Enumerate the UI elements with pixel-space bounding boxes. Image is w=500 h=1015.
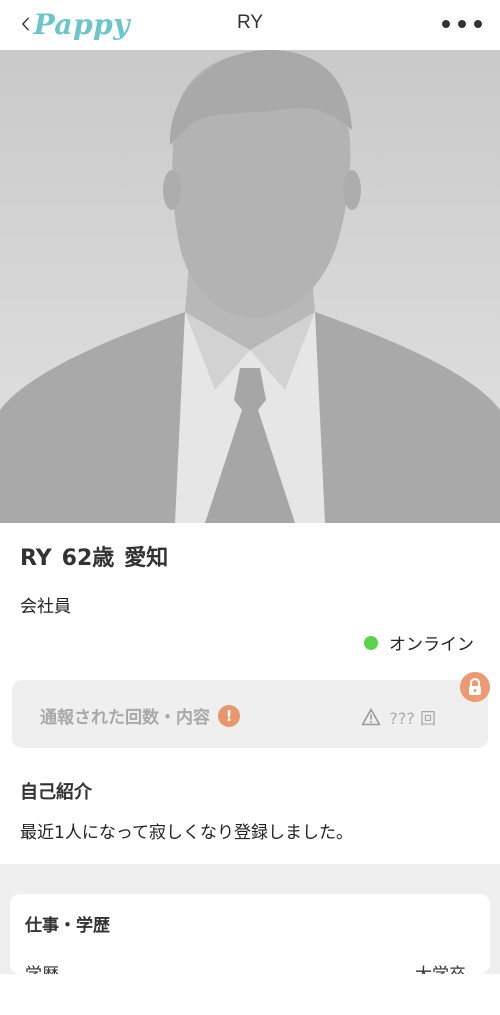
ellipsis-icon: [442, 20, 450, 28]
online-status-label: オンライン: [389, 635, 474, 655]
more-button[interactable]: [442, 14, 482, 34]
lock-icon[interactable]: [460, 672, 490, 702]
silhouette-avatar: [0, 50, 500, 523]
online-status: オンライン: [364, 630, 474, 655]
page-title: RY: [236, 12, 264, 33]
bottom-bar: [0, 974, 500, 1015]
online-dot-icon: [364, 635, 378, 650]
intro-title: 自己紹介: [20, 782, 92, 803]
report-label-group: 通報された回数・内容 !: [40, 703, 240, 728]
report-count-group: ??? 回: [361, 705, 436, 729]
profile-age: 62歳: [61, 546, 115, 571]
profile-location: 愛知: [124, 546, 169, 571]
exclamation-icon: !: [218, 704, 240, 727]
profile-screen: Pappy RY RY 62歳 愛知 会社員 オンライン 通報された回数・内容 …: [0, 0, 500, 1015]
warning-triangle-icon: [362, 708, 381, 726]
profile-name: RY: [20, 546, 52, 571]
report-history-box[interactable]: 通報された回数・内容 ! ??? 回: [12, 680, 488, 748]
profile-name-line: RY 62歳 愛知: [20, 540, 168, 572]
profile-photo[interactable]: [0, 50, 500, 523]
intro-text: 最近1人になって寂しくなり登録しました。: [20, 823, 353, 843]
work-education-title: 仕事・学歴: [25, 916, 110, 936]
nav-header: Pappy RY: [0, 0, 500, 50]
profile-occupation: 会社員: [20, 597, 71, 617]
education-label: 学歴: [25, 960, 59, 974]
report-count: ??? 回: [389, 709, 436, 728]
education-value: 大学卒: [415, 960, 466, 974]
work-education-card: 仕事・学歴 学歴 大学卒: [10, 894, 490, 974]
report-label: 通報された回数・内容: [40, 708, 210, 728]
